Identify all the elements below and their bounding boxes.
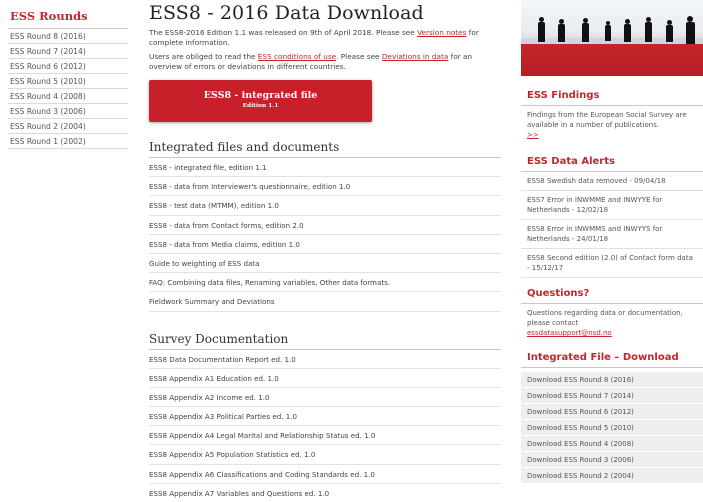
questions-body: Questions regarding data or documentatio…: [527, 309, 683, 327]
download-integrated-file-button[interactable]: ESS8 - integrated file Edition 1.1: [149, 80, 372, 122]
download-button-subtitle: Edition 1.1: [242, 103, 279, 109]
sidebar-item-round-2[interactable]: ESS Round 2 (2004): [8, 119, 128, 134]
sidebar-item-round-7[interactable]: ESS Round 7 (2014): [8, 44, 128, 59]
list-item[interactable]: Fieldwork Summary and Deviations: [149, 292, 501, 312]
sidebar-item-round-1[interactable]: ESS Round 1 (2002): [8, 134, 128, 149]
list-item[interactable]: ESS8 Error in INWMMS and INWYYS for Neth…: [521, 220, 703, 249]
findings-heading: ESS Findings: [521, 86, 703, 106]
download-button-title: ESS8 - integrated file: [203, 90, 318, 101]
download-round-2[interactable]: Download ESS Round 2 (2004): [521, 468, 703, 484]
list-item[interactable]: ESS8 - data from Media claims, edition 1…: [149, 235, 501, 254]
list-item[interactable]: FAQ: Combining data files, Renaming vari…: [149, 273, 501, 293]
list-item[interactable]: ESS7 Error in INWMME and INWYYE for Neth…: [521, 191, 703, 220]
list-item[interactable]: ESS8 Appendix A5 Population Statistics e…: [149, 445, 501, 465]
list-item[interactable]: ESS8 - data from Interviewer's questionn…: [149, 177, 501, 197]
sidebar-item-round-4[interactable]: ESS Round 4 (2008): [8, 89, 128, 104]
sidebar-item-round-8[interactable]: ESS Round 8 (2016): [8, 29, 128, 44]
list-item[interactable]: ESS8 Appendix A1 Education ed. 1.0: [149, 369, 501, 388]
download-round-7[interactable]: Download ESS Round 7 (2014): [521, 388, 703, 404]
deviations-link[interactable]: Deviations in data: [382, 52, 448, 61]
integrated-files-list: ESS8 - integrated file, edition 1.1 ESS8…: [149, 158, 501, 312]
download-round-3[interactable]: Download ESS Round 3 (2006): [521, 452, 703, 468]
download-round-6[interactable]: Download ESS Round 6 (2012): [521, 404, 703, 420]
intro-conditions-mid: . Please see: [336, 52, 382, 61]
integrated-files-heading: Integrated files and documents: [149, 140, 501, 158]
right-sidebar: ESS Findings Findings from the European …: [521, 0, 703, 484]
list-item[interactable]: ESS8 Appendix A7 Variables and Questions…: [149, 484, 501, 502]
sidebar-title: ESS Rounds: [8, 6, 128, 29]
findings-text: Findings from the European Social Survey…: [521, 106, 703, 142]
survey-documentation-list: ESS8 Data Documentation Report ed. 1.0 E…: [149, 350, 501, 502]
list-item[interactable]: ESS8 - integrated file, edition 1.1: [149, 158, 501, 178]
main-content: ESS8 - 2016 Data Download The ESS8-2016 …: [149, 0, 501, 502]
list-item[interactable]: ESS8 Data Documentation Report ed. 1.0: [149, 350, 501, 369]
version-notes-link[interactable]: Version notes: [417, 28, 466, 37]
intro-release-text: The ESS8-2016 Edition 1.1 was released o…: [149, 28, 501, 48]
findings-body: Findings from the European Social Survey…: [527, 111, 687, 129]
alerts-list: ESS8 Swedish data removed - 09/04/18 ESS…: [521, 172, 703, 278]
list-item[interactable]: ESS8 - data from Contact forms, edition …: [149, 216, 501, 235]
list-item[interactable]: ESS8 - test data (MTMM), edition 1.0: [149, 196, 501, 216]
list-item[interactable]: ESS8 Second edition (2.0) of Contact for…: [521, 249, 703, 278]
conditions-of-use-link[interactable]: ESS conditions of use: [258, 52, 336, 61]
list-item[interactable]: ESS8 Appendix A2 Income ed. 1.0: [149, 388, 501, 408]
download-round-5[interactable]: Download ESS Round 5 (2010): [521, 420, 703, 436]
download-round-8[interactable]: Download ESS Round 8 (2016): [521, 372, 703, 388]
intro-release-before: The ESS8-2016 Edition 1.1 was released o…: [149, 28, 418, 37]
intro-conditions-text: Users are obliged to read the ESS condit…: [149, 52, 501, 72]
list-item[interactable]: ESS8 Swedish data removed - 09/04/18: [521, 172, 703, 191]
questions-text: Questions regarding data or documentatio…: [521, 304, 703, 340]
rounds-list: ESS Round 8 (2016) ESS Round 7 (2014) ES…: [8, 29, 128, 149]
sidebar-item-round-5[interactable]: ESS Round 5 (2010): [8, 74, 128, 89]
list-item[interactable]: Guide to weighting of ESS data: [149, 254, 501, 274]
rounds-sidebar: ESS Rounds ESS Round 8 (2016) ESS Round …: [8, 6, 128, 149]
list-item[interactable]: ESS8 Appendix A6 Classifications and Cod…: [149, 465, 501, 484]
support-email-link[interactable]: essdatasupport@nsd.no: [527, 329, 612, 337]
list-item[interactable]: ESS8 Appendix A4 Legal Marital and Relat…: [149, 426, 501, 446]
intro-conditions-before: Users are obliged to read the: [149, 52, 258, 61]
survey-documentation-heading: Survey Documentation: [149, 332, 501, 350]
findings-more-link[interactable]: >>: [527, 131, 539, 139]
questions-heading: Questions?: [521, 284, 703, 304]
sidebar-item-round-6[interactable]: ESS Round 6 (2012): [8, 59, 128, 74]
downloads-heading: Integrated File – Download: [521, 348, 703, 368]
page-title: ESS8 - 2016 Data Download: [149, 2, 424, 24]
sidebar-item-round-3[interactable]: ESS Round 3 (2006): [8, 104, 128, 119]
alerts-heading: ESS Data Alerts: [521, 152, 703, 172]
download-round-4[interactable]: Download ESS Round 4 (2008): [521, 436, 703, 452]
hero-image: [521, 0, 703, 76]
list-item[interactable]: ESS8 Appendix A3 Political Parties ed. 1…: [149, 407, 501, 427]
downloads-list: Download ESS Round 8 (2016) Download ESS…: [521, 372, 703, 484]
